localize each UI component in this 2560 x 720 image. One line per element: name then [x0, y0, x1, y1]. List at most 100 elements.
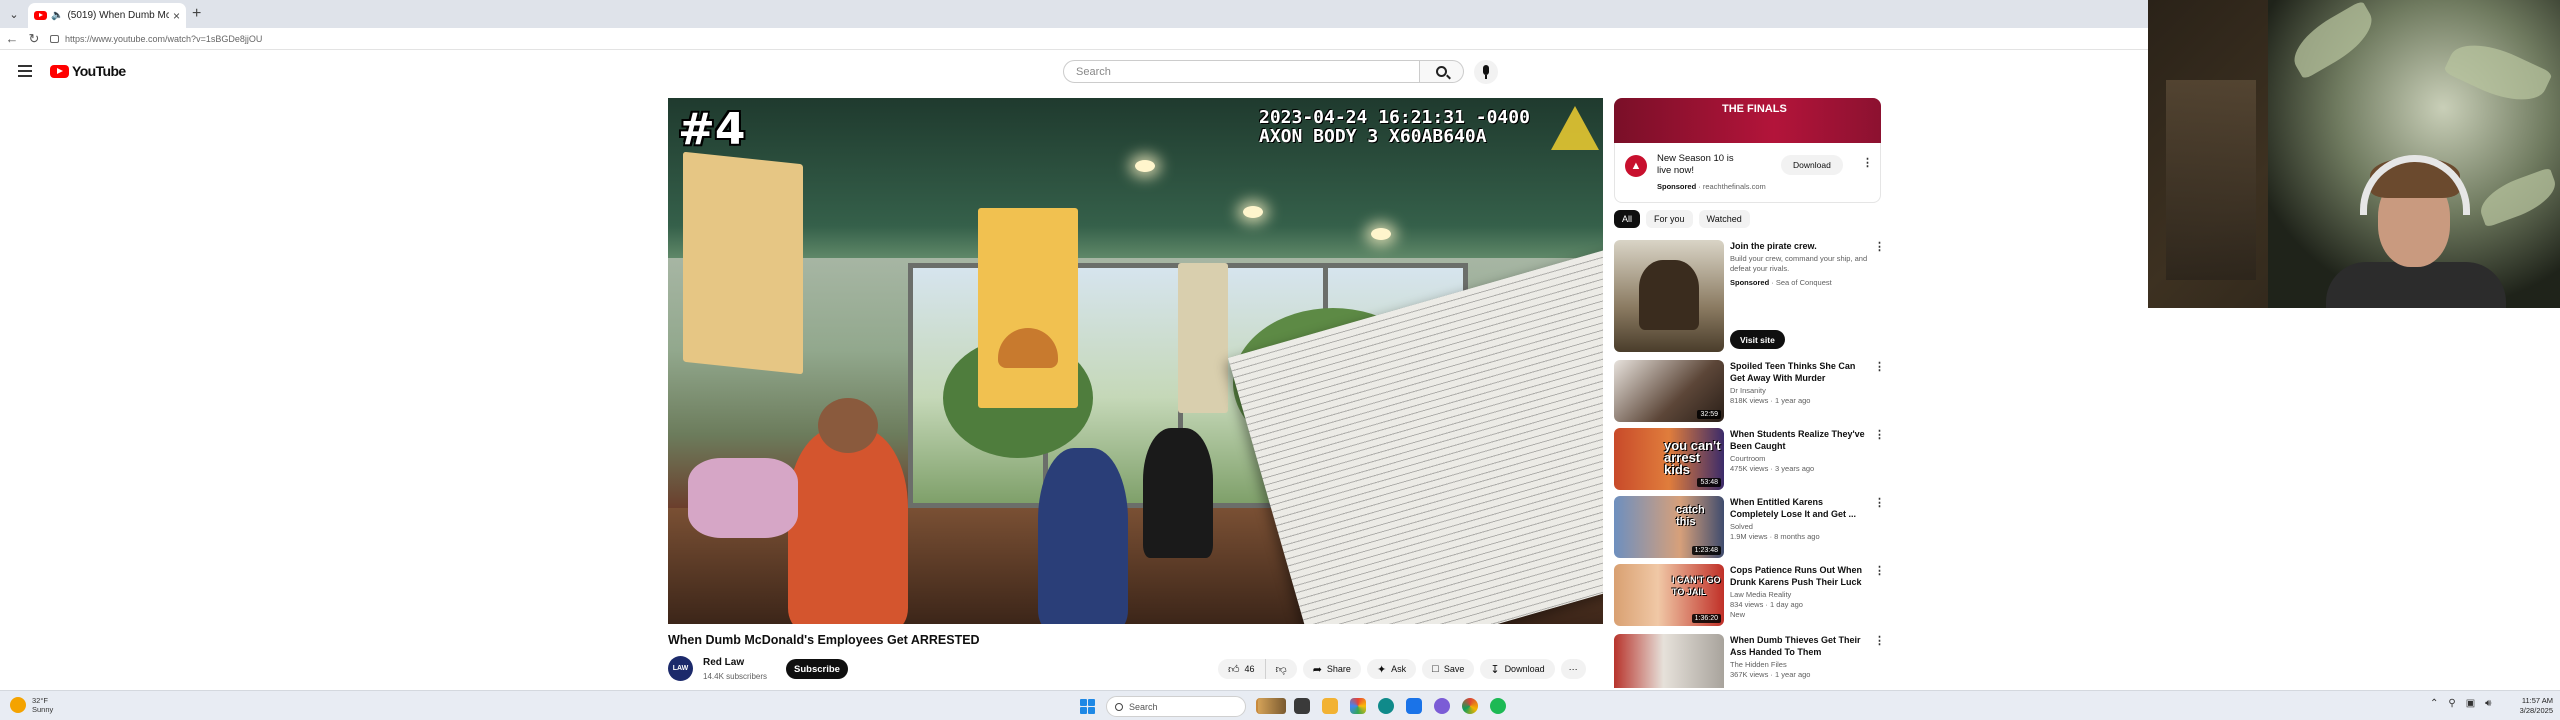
usb-icon[interactable]: ⚲	[2448, 698, 2455, 709]
rec-more-icon[interactable]: ⋮	[1874, 242, 1885, 253]
rec-thumbnail[interactable]: 32:59	[1614, 360, 1724, 422]
weather-temp: 32°F	[32, 696, 48, 705]
rec-thumbnail[interactable]: catch this 1:23:48	[1614, 496, 1724, 558]
webcam-shelf	[2166, 80, 2256, 280]
search-button[interactable]	[1420, 60, 1464, 83]
ad-card[interactable]: ▲ New Season 10 is live now! Sponsored ·…	[1614, 143, 1881, 203]
rec-title: When Dumb Thieves Get Their Ass Handed T…	[1730, 635, 1861, 657]
subscribe-button[interactable]: Subscribe	[786, 659, 848, 679]
ceiling-light	[1243, 206, 1263, 218]
task-view-icon[interactable]	[1294, 698, 1310, 714]
sponsored-recommendation[interactable]: Join the pirate crew. Build your crew, c…	[1614, 240, 1894, 355]
search-placeholder: Search	[1076, 65, 1111, 78]
search-icon	[1436, 66, 1447, 77]
rec-thumbnail[interactable]	[1614, 634, 1724, 688]
bodycam-timestamp: 2023-04-24 16:21:31 -0400 AXON BODY 3 X6…	[1259, 108, 1530, 146]
tray-items	[688, 458, 798, 538]
hamburger-menu-icon[interactable]	[18, 65, 32, 80]
recommendation-item[interactable]: catch this 1:23:48 When Entitled Karens …	[1614, 496, 1894, 561]
sponsored-thumbnail[interactable]	[1614, 240, 1724, 352]
recommendation-item[interactable]: When Dumb Thieves Get Their Ass Handed T…	[1614, 634, 1894, 688]
ad-download-button[interactable]: Download	[1781, 155, 1843, 175]
search-input[interactable]: Search	[1063, 60, 1420, 83]
network-icon[interactable]: ▣	[2466, 698, 2475, 709]
weather-text: 32°F Sunny	[32, 696, 53, 714]
discord-app-icon[interactable]	[1434, 698, 1450, 714]
ask-button[interactable]: ✦ Ask	[1366, 659, 1417, 679]
voice-search-mic-icon[interactable]	[1474, 60, 1498, 84]
recommendation-item[interactable]: I CAN'T GO TO JAIL 1:36:20 Cops Patience…	[1614, 564, 1894, 629]
tab-list-dropdown-icon[interactable]: ⌄	[6, 6, 22, 22]
chip-all[interactable]: All	[1614, 210, 1641, 228]
download-icon: ↧	[1490, 663, 1500, 676]
reload-icon[interactable]: ↻	[26, 31, 42, 47]
dislike-button[interactable]: 👎︎	[1265, 659, 1297, 679]
show-hidden-icons-icon[interactable]: ⌃	[2430, 698, 2438, 709]
ad-title: New Season 10 is live now!	[1657, 153, 1734, 176]
ad-more-icon[interactable]: ⋮	[1862, 158, 1873, 169]
ad-banner-image[interactable]: THE FINALS	[1614, 98, 1881, 143]
recommendation-item[interactable]: 32:59 Spoiled Teen Thinks She Can Get Aw…	[1614, 360, 1894, 425]
video-player[interactable]: #4 2023-04-24 16:21:31 -0400 AXON BODY 3…	[668, 98, 1603, 624]
download-button[interactable]: ↧ Download	[1480, 659, 1555, 679]
browser-tab-active[interactable]: 🔈 (5019) When Dumb McDonald's ×	[28, 3, 186, 28]
rec-more-icon[interactable]: ⋮	[1874, 430, 1885, 441]
new-tab-icon[interactable]: +	[192, 5, 201, 23]
ad-banner-logo-text: THE FINALS	[1722, 103, 1787, 115]
person-blue	[1038, 448, 1128, 624]
rec-duration: 53:48	[1697, 478, 1721, 487]
channel-avatar[interactable]: LAW	[668, 656, 693, 681]
chip-for-you[interactable]: For you	[1646, 210, 1693, 228]
tab-close-icon[interactable]: ×	[173, 9, 180, 23]
rec-title: Join the pirate crew.	[1730, 241, 1817, 251]
system-tray: ⌃ ⚲ ▣ 🔊︎	[2430, 698, 2491, 709]
taskbar-search[interactable]: Search	[1106, 696, 1246, 717]
rec-title: Cops Patience Runs Out When Drunk Karens…	[1730, 565, 1863, 587]
timestamp-line-1: 2023-04-24 16:21:31 -0400	[1259, 107, 1530, 128]
rec-more-icon[interactable]: ⋮	[1874, 636, 1885, 647]
chrome-browser-icon[interactable]	[1462, 698, 1478, 714]
store-app-icon[interactable]	[1406, 698, 1422, 714]
spotify-app-icon[interactable]	[1490, 698, 1506, 714]
rec-sponsor-line: Sponsored · Sea of Conquest	[1730, 278, 1832, 287]
ceiling-light	[1135, 160, 1155, 172]
weather-desc: Sunny	[32, 705, 54, 714]
rec-thumbnail[interactable]: I CAN'T GO TO JAIL 1:36:20	[1614, 564, 1724, 626]
youtube-logo[interactable]: YouTube	[50, 63, 126, 79]
rec-title: When Entitled Karens Completely Lose It …	[1730, 497, 1857, 519]
back-icon[interactable]: ←	[4, 31, 20, 46]
like-button[interactable]: 👍︎ 46	[1218, 659, 1266, 679]
browser-tab-strip: ⌄ 🔈 (5019) When Dumb McDonald's × +	[0, 0, 2148, 28]
address-field[interactable]: https://www.youtube.com/watch?v=1sBGDe8j…	[50, 31, 2130, 47]
volume-icon[interactable]: 🔊︎	[2485, 698, 2491, 709]
more-actions-button[interactable]: ⋯	[1560, 659, 1586, 679]
video-actions: 👍︎ 46 👎︎ ➦ Share ✦ Ask □ Save ↧ Download…	[1218, 659, 1586, 679]
like-count: 46	[1244, 664, 1255, 674]
rec-more-icon[interactable]: ⋮	[1874, 362, 1885, 373]
rec-thumbnail[interactable]: you can't arrest kids 53:48	[1614, 428, 1724, 490]
file-explorer-icon[interactable]	[1322, 698, 1338, 714]
youtube-logo-text: YouTube	[72, 63, 126, 79]
channel-name[interactable]: Red Law	[703, 657, 744, 668]
weather-widget[interactable]: 32°F Sunny	[10, 696, 53, 714]
taskbar-app-icon[interactable]	[1258, 698, 1286, 714]
person-dark	[1143, 428, 1213, 558]
speaker-icon[interactable]: 🔈	[51, 10, 63, 21]
taskbar-search-icon	[1115, 702, 1123, 711]
lock-icon	[50, 35, 59, 43]
share-button[interactable]: ➦ Share	[1302, 659, 1361, 679]
rec-more-icon[interactable]: ⋮	[1874, 566, 1885, 577]
tab-title: (5019) When Dumb McDonald's	[67, 10, 169, 21]
taskbar-clock[interactable]: 11:57 AM 3/28/2025	[2505, 696, 2553, 716]
rec-more-icon[interactable]: ⋮	[1874, 498, 1885, 509]
edge-browser-icon[interactable]	[1378, 698, 1394, 714]
save-button[interactable]: □ Save	[1422, 659, 1475, 679]
chip-watched[interactable]: Watched	[1698, 210, 1750, 228]
photos-app-icon[interactable]	[1350, 698, 1366, 714]
person-orange-shirt	[788, 428, 908, 624]
rec-duration: 32:59	[1697, 410, 1721, 419]
ad-sponsor-line: Sponsored · reachthefinals.com	[1657, 182, 1766, 191]
visit-site-button[interactable]: Visit site	[1730, 330, 1785, 349]
recommendation-item[interactable]: you can't arrest kids 53:48 When Student…	[1614, 428, 1894, 493]
windows-start-icon[interactable]	[1080, 699, 1095, 714]
